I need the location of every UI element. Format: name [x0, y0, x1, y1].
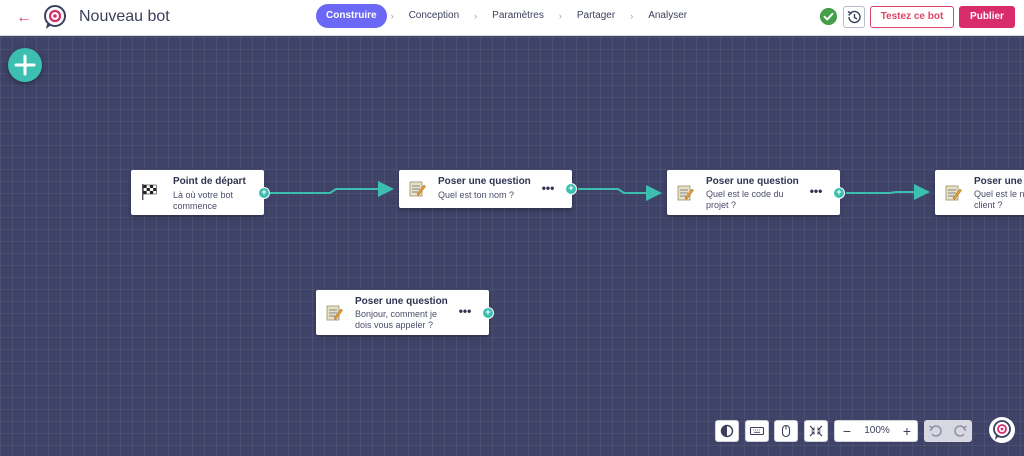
- node-menu-button[interactable]: •••: [457, 305, 473, 318]
- undo-button[interactable]: [926, 421, 946, 441]
- step-separator: ›: [390, 11, 394, 21]
- question-node[interactable]: Poser une question Quel est le code du p…: [667, 170, 845, 215]
- test-bot-button[interactable]: Testez ce bot: [870, 6, 954, 28]
- connection-q1-to-q2: [578, 185, 662, 201]
- workflow-steps: Construire › Conception › Paramètres › P…: [316, 4, 698, 28]
- check-circle-icon: [820, 8, 837, 25]
- keyboard-icon: [749, 426, 765, 436]
- question-node[interactable]: Poser une question Quel est ton nom ? ••…: [399, 170, 577, 208]
- step-parametres[interactable]: Paramètres: [481, 4, 555, 28]
- bot-chat-button[interactable]: [989, 417, 1015, 443]
- bot-logo-icon[interactable]: [42, 4, 68, 30]
- output-port[interactable]: +: [565, 183, 577, 195]
- bot-chat-icon: [993, 420, 1011, 440]
- zoom-out-button[interactable]: −: [837, 421, 857, 441]
- redo-button[interactable]: [950, 421, 970, 441]
- output-port[interactable]: +: [258, 187, 270, 199]
- question-node[interactable]: Poser une q Quel est le n client ?: [935, 170, 1024, 215]
- connection-start-to-q1: [270, 181, 394, 197]
- node-subtitle: Bonjour, comment je dois vous appeler ?: [355, 309, 438, 330]
- output-port[interactable]: +: [482, 307, 494, 319]
- step-separator: ›: [630, 11, 634, 21]
- flow-canvas[interactable]: Point de départ Là où votre bot commence…: [0, 37, 1024, 456]
- history-button[interactable]: [843, 6, 865, 28]
- step-construire[interactable]: Construire: [316, 4, 387, 28]
- zoom-in-button[interactable]: +: [897, 421, 917, 441]
- memo-icon: [326, 305, 343, 321]
- history-icon: [847, 10, 861, 24]
- node-title: Poser une question: [355, 296, 448, 307]
- step-analyser[interactable]: Analyser: [637, 4, 698, 28]
- checkered-flag-icon: [142, 184, 157, 200]
- contrast-icon: [720, 424, 734, 438]
- node-title: Point de départ: [173, 176, 246, 187]
- question-node[interactable]: Poser une question Bonjour, comment je d…: [316, 290, 494, 335]
- node-menu-button[interactable]: •••: [540, 182, 556, 195]
- undo-icon: [929, 425, 942, 437]
- mouse-icon: [781, 424, 791, 438]
- keyboard-shortcuts-button[interactable]: [745, 420, 769, 442]
- node-subtitle: Là où votre bot commence: [173, 190, 234, 211]
- node-title: Poser une q: [974, 176, 1024, 187]
- fit-screen-icon: [809, 425, 823, 437]
- contrast-button[interactable]: [715, 420, 739, 442]
- step-partager[interactable]: Partager: [566, 4, 626, 28]
- connection-q2-to-q3: [846, 184, 930, 200]
- back-arrow-icon[interactable]: ←: [14, 8, 34, 28]
- zoom-level: 100%: [864, 425, 890, 436]
- node-subtitle: Quel est le code du projet ?: [706, 189, 784, 210]
- start-node[interactable]: Point de départ Là où votre bot commence…: [131, 170, 270, 215]
- node-menu-button[interactable]: •••: [808, 185, 824, 198]
- step-separator: ›: [474, 11, 478, 21]
- memo-icon: [409, 181, 426, 197]
- step-conception[interactable]: Conception: [398, 4, 471, 28]
- node-subtitle: Quel est ton nom ?: [438, 190, 515, 200]
- step-separator: ›: [558, 11, 562, 21]
- mouse-mode-button[interactable]: [774, 420, 798, 442]
- node-subtitle: Quel est le n client ?: [974, 189, 1024, 210]
- connection-lines: [270, 181, 930, 201]
- node-title: Poser une question: [438, 176, 531, 187]
- top-bar: ← Nouveau bot Construire › Conception › …: [0, 0, 1024, 36]
- publish-button[interactable]: Publier: [959, 6, 1015, 28]
- undo-redo-group: [924, 420, 972, 442]
- bot-title[interactable]: Nouveau bot: [79, 7, 170, 27]
- memo-icon: [677, 185, 694, 201]
- node-title: Poser une question: [706, 176, 799, 187]
- output-port[interactable]: +: [833, 187, 845, 199]
- fit-screen-button[interactable]: [804, 420, 828, 442]
- zoom-control: − 100% +: [834, 420, 918, 442]
- memo-icon: [945, 185, 962, 201]
- redo-icon: [954, 425, 967, 437]
